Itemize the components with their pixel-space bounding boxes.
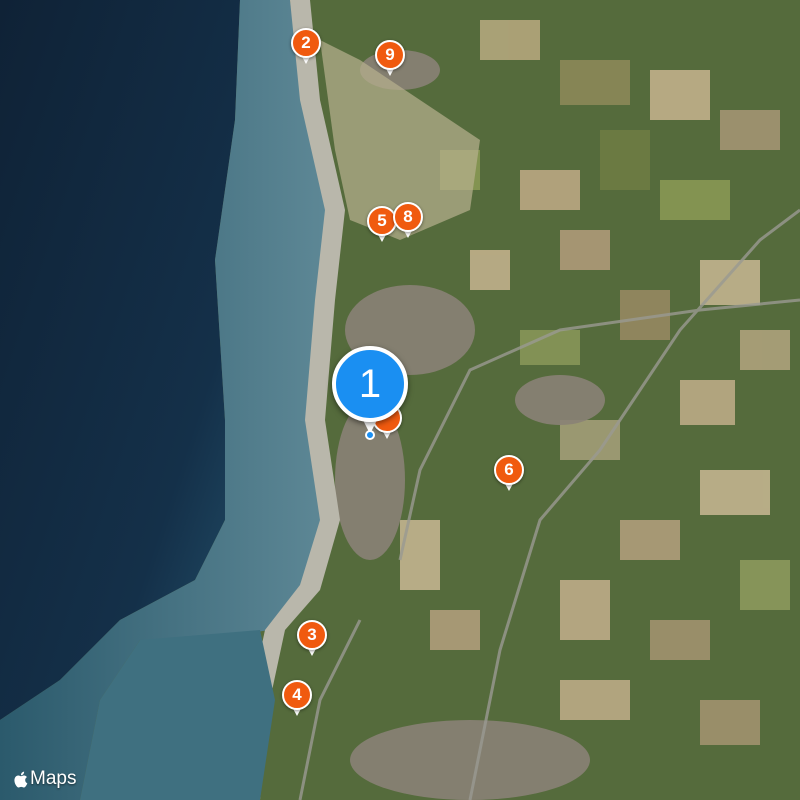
marker-label: 9	[375, 40, 405, 70]
maps-attribution[interactable]: Maps	[12, 768, 76, 790]
map-marker-9[interactable]: 9	[375, 40, 405, 78]
selected-map-marker-1[interactable]: 1	[332, 346, 408, 438]
marker-label: 8	[393, 202, 423, 232]
marker-label: 2	[291, 28, 321, 58]
user-location-dot	[365, 430, 375, 440]
marker-label: 6	[494, 455, 524, 485]
map-marker-6[interactable]: 6	[494, 455, 524, 493]
apple-logo-icon	[14, 771, 28, 787]
map-marker-2[interactable]: 2	[291, 28, 321, 66]
selected-marker-label: 1	[332, 346, 408, 422]
attribution-label: Maps	[30, 768, 77, 789]
satellite-map[interactable]: 2 9 5 8 6 3 4 1 Maps	[0, 0, 800, 800]
marker-label: 3	[297, 620, 327, 650]
map-marker-4[interactable]: 4	[282, 680, 312, 718]
map-marker-8[interactable]: 8	[393, 202, 423, 240]
map-marker-3[interactable]: 3	[297, 620, 327, 658]
marker-label: 4	[282, 680, 312, 710]
